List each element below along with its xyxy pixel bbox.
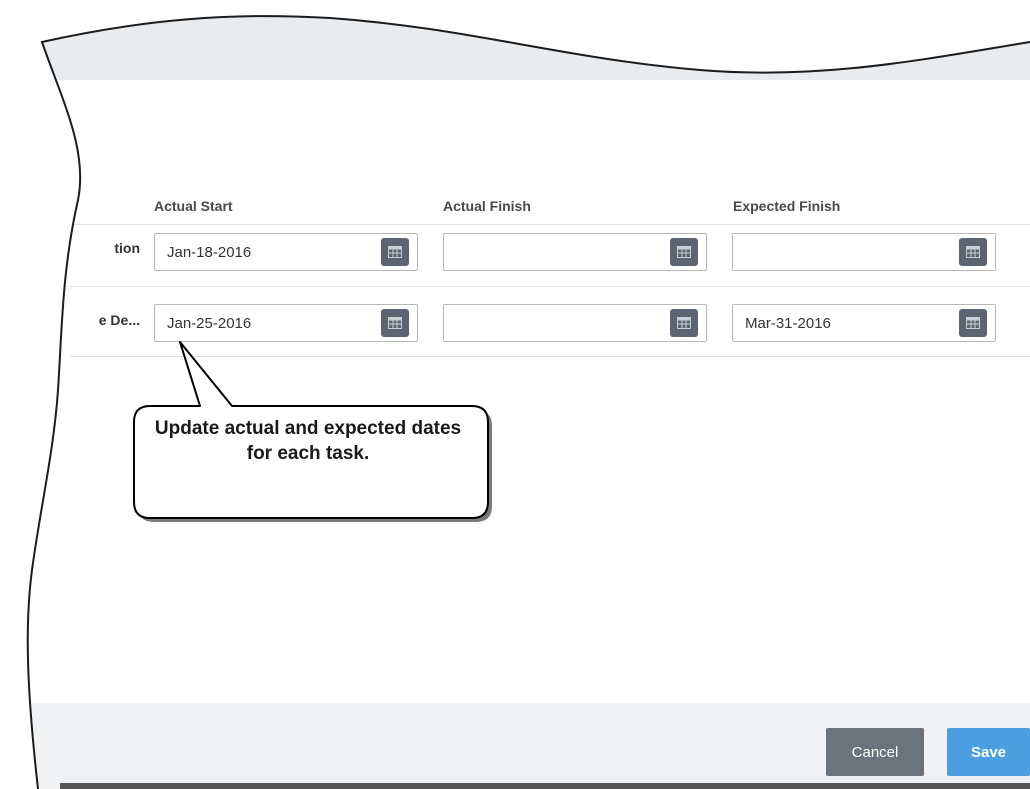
torn-page-frame [0,0,1030,789]
